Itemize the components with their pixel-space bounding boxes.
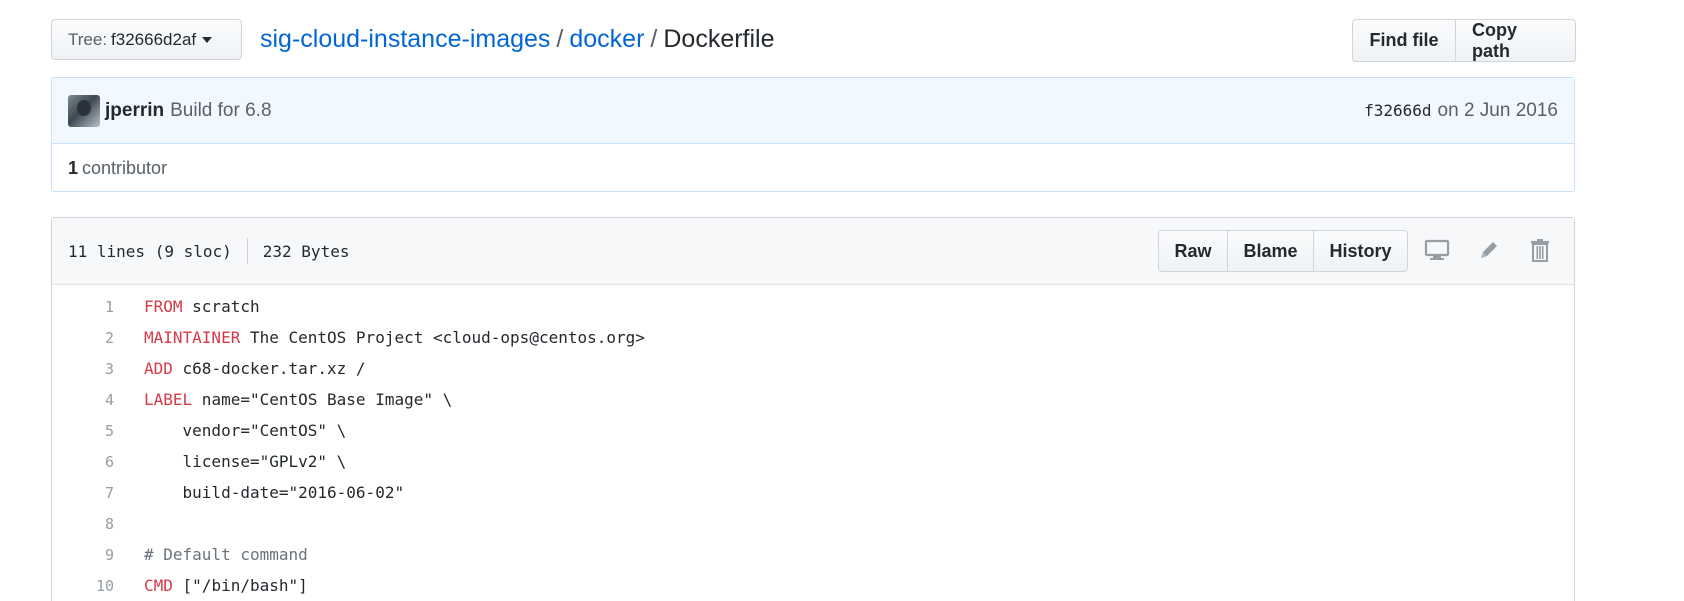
code-content: vendor="CentOS" \ (144, 421, 347, 440)
contributors-summary[interactable]: 1 contributor (52, 144, 1574, 192)
code-text: ["/bin/bash"] (172, 576, 308, 595)
code-content: CMD ["/bin/bash"] (144, 576, 308, 595)
file-nav-actions: Find file Copy path (1352, 19, 1576, 62)
trash-icon[interactable] (1526, 236, 1554, 264)
commit-meta: f32666d on 2 Jun 2016 (1364, 78, 1558, 143)
copy-path-button[interactable]: Copy path (1455, 20, 1575, 61)
commit-sha-link[interactable]: f32666d (1364, 101, 1431, 120)
code-content: FROM scratch (144, 297, 260, 316)
code-text: c68-docker.tar.xz / (172, 359, 366, 378)
code-keyword: CMD (144, 576, 173, 595)
commit-box: jperrin Build for 6.8 f32666d on 2 Jun 2… (51, 77, 1575, 192)
caret-down-icon (202, 36, 213, 43)
line-number[interactable]: 10 (52, 577, 114, 595)
code-line: 4 LABEL name="CentOS Base Image" \ (52, 384, 1574, 415)
code-comment: # Default command (144, 545, 308, 564)
code-line: 2 MAINTAINER The CentOS Project <cloud-op… (52, 322, 1574, 353)
history-button[interactable]: History (1313, 231, 1407, 271)
code-line: 7 build-date="2016-06-02" (52, 477, 1574, 508)
line-number[interactable]: 4 (52, 391, 114, 409)
line-number[interactable]: 2 (52, 329, 114, 347)
file-view-actions: Raw Blame History (1158, 230, 1408, 272)
file-info-divider (246, 238, 248, 264)
tree-ref: f32666d2af (111, 29, 197, 49)
line-number[interactable]: 9 (52, 546, 114, 564)
line-number[interactable]: 5 (52, 422, 114, 440)
line-number[interactable]: 3 (52, 360, 114, 378)
code-line: 3 ADD c68-docker.tar.xz / (52, 353, 1574, 384)
code-content: ADD c68-docker.tar.xz / (144, 359, 366, 378)
breadcrumb-repo-link[interactable]: sig-cloud-instance-images (260, 25, 550, 53)
line-number[interactable]: 7 (52, 484, 114, 502)
code-content: license="GPLv2" \ (144, 452, 347, 471)
find-file-button[interactable]: Find file (1353, 20, 1455, 61)
code-line: 1 FROM scratch (52, 291, 1574, 322)
commit-author-link[interactable]: jperrin (105, 100, 164, 122)
raw-button[interactable]: Raw (1159, 231, 1227, 271)
pencil-icon[interactable] (1475, 236, 1503, 264)
tree-label: Tree: (68, 29, 108, 49)
code-line: 10 CMD ["/bin/bash"] (52, 570, 1574, 601)
code-content: build-date="2016-06-02" (144, 483, 405, 502)
file-info: 11 lines (9 sloc) 232 Bytes (68, 218, 349, 284)
code-line: 5 vendor="CentOS" \ (52, 415, 1574, 446)
code-line: 9 # Default command (52, 539, 1574, 570)
breadcrumb-separator: / (556, 25, 564, 53)
code-text: The CentOS Project <cloud-ops@centos.org… (240, 328, 645, 347)
breadcrumb-dir-link[interactable]: docker (569, 25, 644, 53)
commit-tease: jperrin Build for 6.8 f32666d on 2 Jun 2… (52, 78, 1574, 144)
commit-date: on 2 Jun 2016 (1437, 99, 1558, 121)
contributor-label: contributor (82, 157, 168, 178)
code-content: # Default command (144, 545, 308, 564)
code-content: LABEL name="CentOS Base Image" \ (144, 390, 452, 409)
file-size: 232 Bytes (262, 241, 350, 261)
desktop-icon[interactable] (1423, 236, 1451, 264)
code-table: 1 FROM scratch 2 MAINTAINER The CentOS Proj… (52, 285, 1574, 601)
code-keyword: MAINTAINER (144, 328, 241, 347)
code-keyword: LABEL (144, 390, 193, 409)
code-line: 6 license="GPLv2" \ (52, 446, 1574, 477)
code-text: name="CentOS Base Image" \ (192, 390, 453, 409)
code-content: MAINTAINER The CentOS Project <cloud-ops… (144, 328, 645, 347)
breadcrumb-separator: / (650, 25, 658, 53)
blame-button[interactable]: Blame (1227, 231, 1313, 271)
line-number[interactable]: 8 (52, 515, 114, 533)
code-text: build-date="2016-06-02" (144, 483, 405, 502)
code-text: vendor="CentOS" \ (144, 421, 347, 440)
file-box: 11 lines (9 sloc) 232 Bytes 1 FROM scratc… (51, 217, 1575, 601)
line-number[interactable]: 6 (52, 453, 114, 471)
commit-message-link[interactable]: Build for 6.8 (170, 100, 271, 122)
code-line: 8 (52, 508, 1574, 539)
breadcrumb: sig-cloud-instance-images / docker / Dockerf… (260, 22, 775, 56)
avatar[interactable] (68, 94, 100, 127)
line-number[interactable]: 1 (52, 298, 114, 316)
breadcrumb-file: Dockerfile (663, 25, 775, 53)
code-keyword: ADD (144, 359, 173, 378)
code-text: scratch (182, 297, 260, 316)
contributor-count: 1 (68, 157, 79, 178)
file-lines-info: 11 lines (9 sloc) (68, 241, 232, 261)
branch-select-button[interactable]: Tree: f32666d2af (51, 19, 242, 60)
code-text: license="GPLv2" \ (144, 452, 347, 471)
code-keyword: FROM (144, 297, 183, 316)
